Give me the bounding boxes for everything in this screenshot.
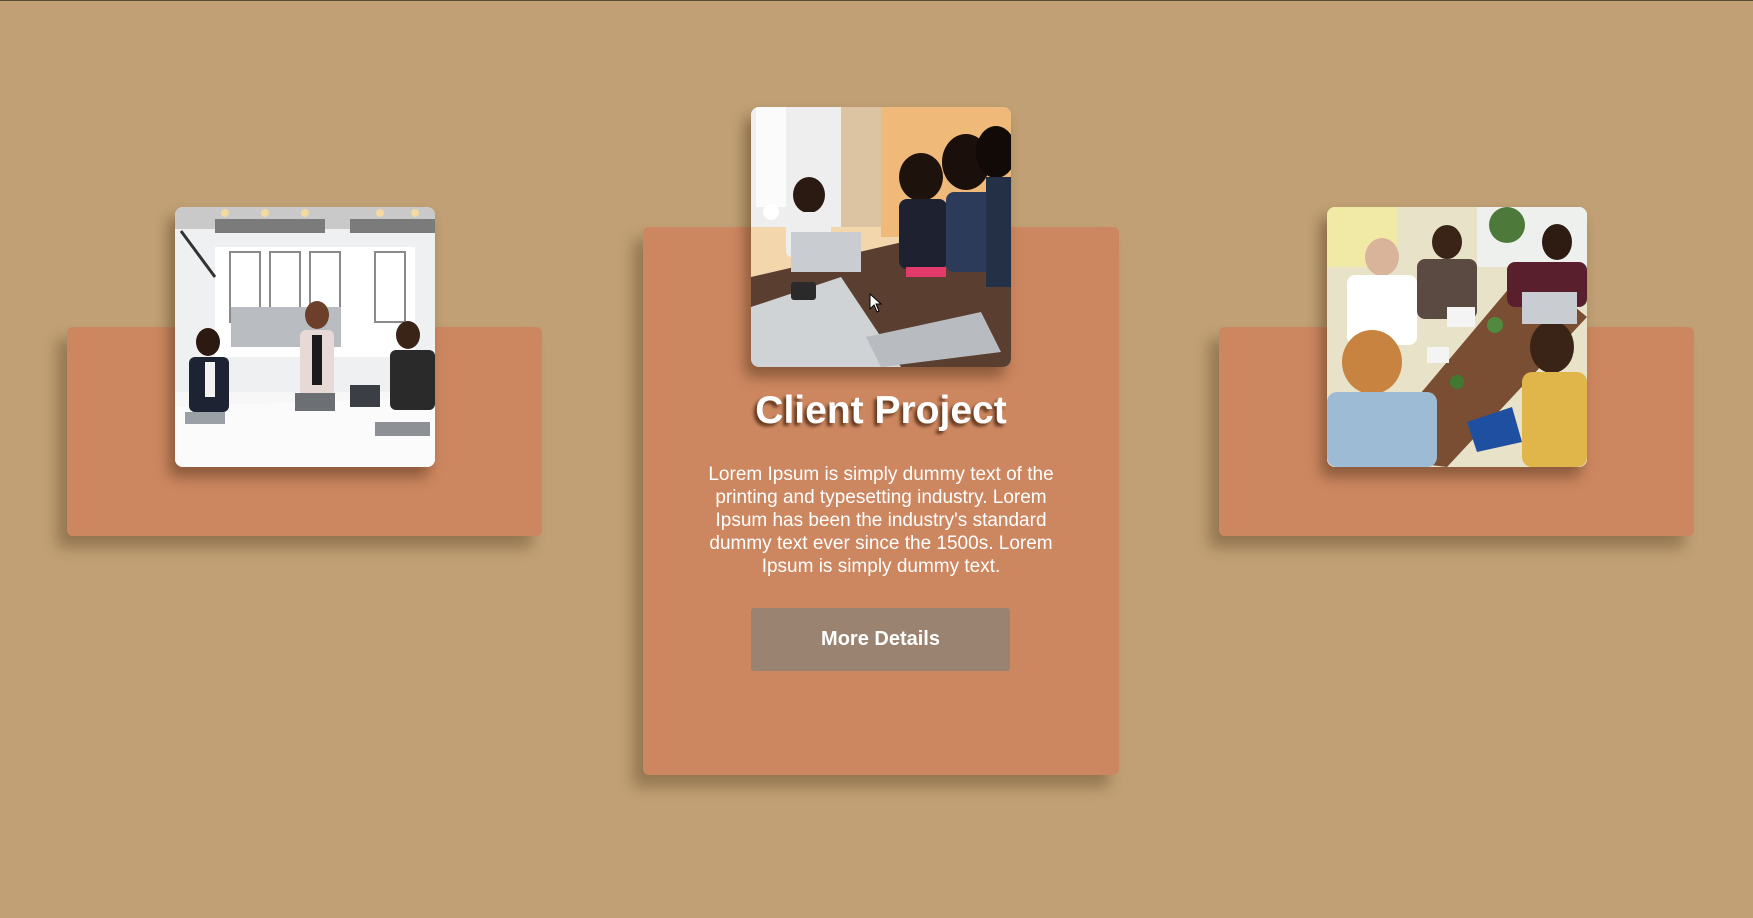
card-description: Lorem Ipsum is simply dummy text of the …	[708, 464, 1054, 577]
more-details-button[interactable]: More Details	[751, 608, 1010, 671]
team-discussion-photo	[751, 107, 1011, 367]
coworkers-table-photo	[1327, 207, 1587, 467]
mouse-pointer-icon	[869, 293, 883, 313]
card-title: Client Project	[755, 389, 1007, 432]
office-meeting-photo	[175, 207, 435, 467]
